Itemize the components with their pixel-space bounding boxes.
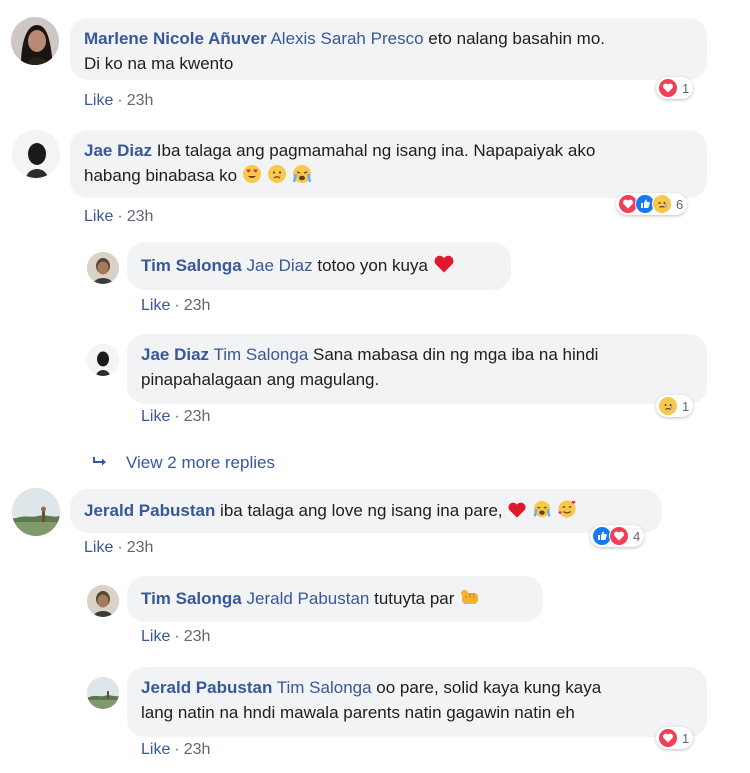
comment-text: habang binabasa ko	[84, 166, 238, 185]
heart-icon	[658, 728, 678, 748]
comment-text: lang natin na hndi mawala parents natin …	[141, 703, 575, 722]
comment-bubble: Jerald Pabustan iba talaga ang love ng i…	[70, 489, 662, 533]
reaction-count: 4	[633, 528, 641, 544]
timestamp[interactable]: 23h	[127, 92, 154, 109]
sad-emoji-icon	[267, 164, 287, 191]
crying-emoji-icon	[291, 164, 313, 191]
separator-dot: ·	[174, 628, 180, 645]
reply-arrow-icon	[92, 454, 112, 474]
comment-author[interactable]: Jae Diaz	[84, 141, 152, 160]
comment-bubble: Marlene Nicole Añuver Alexis Sarah Presc…	[70, 18, 707, 80]
avatar[interactable]	[12, 130, 60, 178]
comment-author[interactable]: Marlene Nicole Añuver	[84, 29, 267, 48]
comment-text: Iba talaga ang pagmamahal ng isang ina. …	[152, 141, 596, 160]
like-button[interactable]: Like	[141, 408, 170, 425]
reaction-count: 1	[682, 730, 690, 746]
crying-emoji-icon	[532, 499, 552, 526]
reaction-summary[interactable]: 1	[656, 727, 694, 749]
comment-text: Di ko na ma kwento	[84, 54, 234, 73]
avatar[interactable]	[11, 17, 59, 65]
avatar[interactable]	[87, 252, 119, 284]
comment-bubble: Jae Diaz Tim Salonga Sana mabasa din ng …	[127, 334, 707, 404]
reaction-count: 1	[682, 398, 690, 414]
like-button[interactable]: Like	[141, 628, 170, 645]
reaction-summary[interactable]: 6	[616, 193, 688, 215]
comment-text: tutuyta par	[369, 589, 455, 608]
timestamp[interactable]: 23h	[127, 539, 154, 556]
red-heart-emoji-icon	[433, 254, 455, 281]
comment-meta: Like · 23h	[84, 92, 153, 110]
comment-bubble: Jerald Pabustan Tim Salonga oo pare, sol…	[127, 667, 707, 737]
avatar[interactable]	[87, 677, 119, 709]
view-more-label[interactable]: View 2 more replies	[126, 453, 275, 472]
comment-meta: Like · 23h	[84, 539, 153, 557]
mention-link[interactable]: Jerald Pabustan	[247, 589, 370, 608]
red-heart-emoji-icon	[507, 501, 527, 526]
like-button[interactable]: Like	[84, 208, 113, 225]
comment-author[interactable]: Jerald Pabustan	[141, 678, 272, 697]
heart-eyes-emoji-icon	[242, 164, 262, 191]
reaction-count: 1	[682, 80, 690, 96]
timestamp[interactable]: 23h	[184, 297, 211, 314]
like-button[interactable]: Like	[141, 297, 170, 314]
comment-meta: Like · 23h	[141, 408, 210, 426]
mention-link[interactable]: Jae Diaz	[247, 256, 313, 275]
comment-author[interactable]: Tim Salonga	[141, 589, 242, 608]
separator-dot: ·	[174, 297, 180, 314]
comment-text: Sana mabasa din ng mga iba na hindi	[308, 345, 599, 364]
reaction-summary[interactable]: 4	[590, 525, 645, 547]
reaction-count: 6	[676, 196, 684, 212]
avatar[interactable]	[87, 585, 119, 617]
comment-meta: Like · 23h	[141, 297, 210, 315]
comment-bubble: Tim Salonga Jerald Pabustan tutuyta par	[127, 576, 543, 622]
timestamp[interactable]: 23h	[127, 208, 154, 225]
separator-dot: ·	[174, 408, 180, 425]
mention-link[interactable]: Tim Salonga	[277, 678, 372, 697]
comment-meta: Like · 23h	[84, 208, 153, 226]
comment-text: pinapahalagaan ang magulang.	[141, 370, 380, 389]
view-more-replies[interactable]: View 2 more replies	[92, 453, 275, 474]
comment-meta: Like · 23h	[141, 628, 210, 646]
comment-text: oo pare, solid kaya kung kaya	[371, 678, 602, 697]
comment-text: totoo yon kuya	[312, 256, 428, 275]
reaction-summary[interactable]: 1	[656, 395, 694, 417]
comment-bubble: Jae Diaz Iba talaga ang pagmamahal ng is…	[70, 130, 707, 198]
comment-author[interactable]: Jerald Pabustan	[84, 501, 215, 520]
comment-meta: Like · 23h	[141, 741, 210, 759]
fist-emoji-icon	[459, 587, 481, 614]
heart-icon	[658, 78, 678, 98]
mention-link[interactable]: Tim Salonga	[213, 345, 308, 364]
comment-bubble: Tim Salonga Jae Diaz totoo yon kuya	[127, 242, 511, 290]
timestamp[interactable]: 23h	[184, 628, 211, 645]
mention-link[interactable]: Alexis Sarah Presco	[270, 29, 423, 48]
smiling-hearts-emoji-icon	[557, 499, 577, 526]
avatar[interactable]	[12, 488, 60, 536]
reaction-summary[interactable]: 1	[656, 77, 694, 99]
separator-dot: ·	[174, 741, 180, 758]
separator-dot: ·	[117, 539, 123, 556]
like-button[interactable]: Like	[84, 539, 113, 556]
like-button[interactable]: Like	[141, 741, 170, 758]
separator-dot: ·	[117, 92, 123, 109]
separator-dot: ·	[117, 208, 123, 225]
comment-author[interactable]: Tim Salonga	[141, 256, 242, 275]
avatar[interactable]	[87, 344, 119, 376]
sad-reaction-icon	[652, 194, 672, 214]
comment-text: eto nalang basahin mo.	[423, 29, 605, 48]
heart-icon	[609, 526, 629, 546]
timestamp[interactable]: 23h	[184, 741, 211, 758]
comment-text: iba talaga ang love ng isang ina pare,	[215, 501, 503, 520]
comment-author[interactable]: Jae Diaz	[141, 345, 209, 364]
like-button[interactable]: Like	[84, 92, 113, 109]
timestamp[interactable]: 23h	[184, 408, 211, 425]
sad-reaction-icon	[658, 396, 678, 416]
